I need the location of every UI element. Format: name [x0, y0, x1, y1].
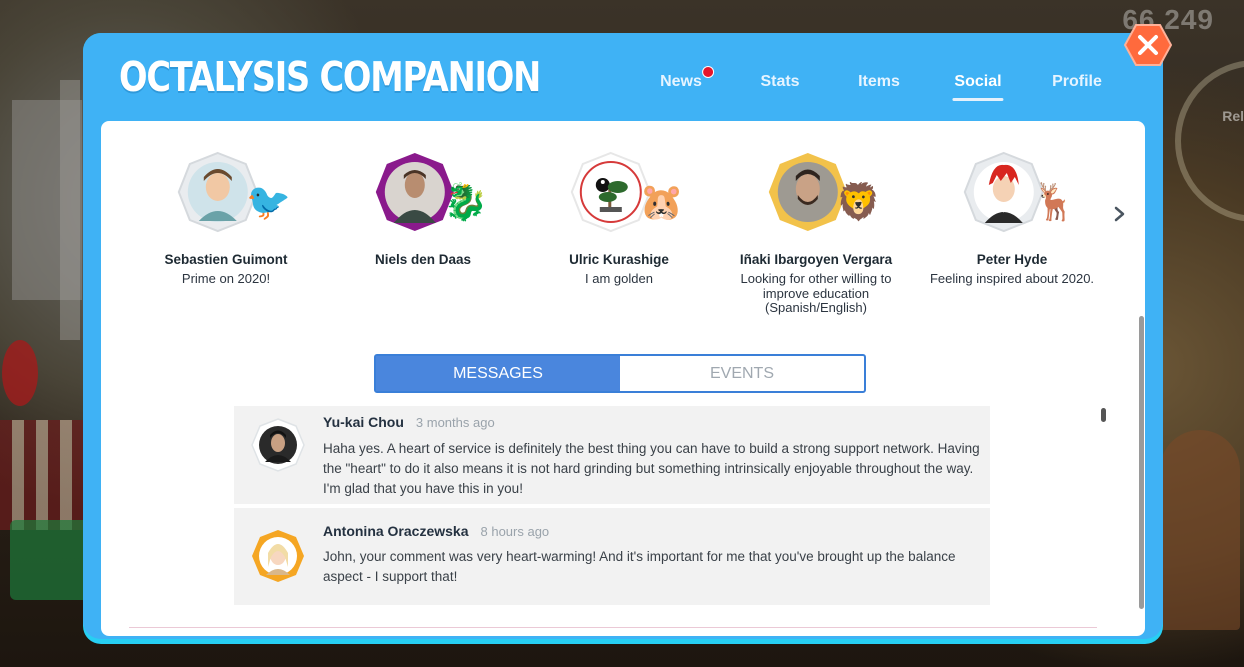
- friend-card[interactable]: 🦌 Peter Hyde Feeling inspired about 2020…: [912, 146, 1112, 287]
- message-author-name: Antonina Oraczewska: [323, 523, 469, 539]
- friend-status: Looking for other willing to improve edu…: [740, 271, 892, 315]
- tab-profile-label: Profile: [1052, 73, 1102, 90]
- friend-status: Prime on 2020!: [181, 271, 271, 286]
- pet-icon: 🦌: [1032, 181, 1077, 222]
- side-label: Rel: [1222, 108, 1244, 124]
- green-stall: [10, 520, 90, 600]
- friend-card[interactable]: 🐉 Niels den Daas: [323, 146, 523, 272]
- messages-tab[interactable]: MESSAGES: [376, 356, 620, 391]
- pet-icon: 🐹: [639, 181, 684, 222]
- friend-card[interactable]: 🐦 Sebastien Guimont Prime on 2020!: [126, 146, 326, 287]
- tab-social-label: Social: [954, 73, 1002, 90]
- deer-statue: [1160, 430, 1240, 630]
- chevron-right-icon: [1114, 206, 1125, 222]
- friend-avatar-wrap: 🐦: [126, 146, 326, 246]
- message-time: 8 hours ago: [480, 524, 550, 539]
- friend-name: Ulric Kurashige: [569, 252, 669, 267]
- avatar: [251, 418, 305, 472]
- friend-name: Iñaki Ibargoyen Vergara: [739, 252, 893, 267]
- tab-news[interactable]: News: [660, 66, 714, 91]
- tab-items[interactable]: Items: [858, 73, 900, 91]
- pet-icon: 🐦: [246, 181, 291, 222]
- social-panel: 🐦 Sebastien Guimont Prime on 2020! 🐉 Nie…: [101, 121, 1145, 636]
- message-author-name: Yu-kai Chou: [323, 414, 404, 430]
- ferris-wheel: [1175, 60, 1244, 222]
- message-time: 3 months ago: [415, 415, 495, 430]
- friend-avatar-wrap: 🐹: [519, 146, 719, 246]
- message-item: Antonina Oraczewska 8 hours ago John, you…: [234, 508, 990, 605]
- friend-status: Feeling inspired about 2020.: [929, 271, 1095, 286]
- friend-avatar-wrap: 🦌: [912, 146, 1112, 246]
- friend-avatar-wrap: 🦁: [716, 146, 916, 246]
- active-tab-underline: [952, 98, 1004, 101]
- tent-stripes: [0, 420, 84, 530]
- close-button[interactable]: [1124, 24, 1172, 66]
- friend-name: Sebastien Guimont: [164, 252, 288, 267]
- friend-name: Niels den Daas: [374, 252, 472, 267]
- message-author: Yu-kai Chou 3 months ago: [323, 414, 495, 430]
- balloon: [2, 340, 38, 406]
- divider: [129, 627, 1097, 628]
- tab-stats-label: Stats: [760, 73, 800, 90]
- carousel-next-button[interactable]: [1112, 203, 1128, 225]
- friend-name: Peter Hyde: [976, 252, 1048, 267]
- tab-profile[interactable]: Profile: [1052, 73, 1102, 91]
- pet-icon: 🐉: [443, 181, 488, 222]
- avatar: [252, 530, 304, 582]
- tab-social[interactable]: Social: [952, 73, 1004, 101]
- messages-events-toggle: MESSAGES EVENTS: [374, 354, 866, 393]
- pet-icon: 🦁: [836, 181, 881, 222]
- tab-news-label: News: [660, 73, 702, 90]
- tab-items-label: Items: [858, 73, 900, 90]
- events-tab[interactable]: EVENTS: [620, 356, 864, 391]
- panel-scrollbar[interactable]: [1139, 316, 1144, 609]
- friend-card[interactable]: 🦁 Iñaki Ibargoyen Vergara Looking for ot…: [716, 146, 916, 316]
- notification-dot: [701, 66, 714, 78]
- friend-status: I am golden: [585, 271, 653, 286]
- message-text: John, your comment was very heart-warmin…: [323, 549, 956, 584]
- friend-avatar-wrap: 🐉: [323, 146, 523, 246]
- close-icon: [1124, 24, 1172, 66]
- castle-spire: [60, 80, 80, 340]
- app-title: OCTALYSIS COMPANION: [119, 53, 541, 101]
- friends-carousel: 🐦 Sebastien Guimont Prime on 2020! 🐉 Nie…: [101, 121, 1145, 321]
- message-text: Haha yes. A heart of service is definite…: [323, 441, 980, 496]
- tab-stats[interactable]: Stats: [760, 73, 799, 91]
- message-item: Yu-kai Chou 3 months ago Haha yes. A hear…: [234, 406, 990, 504]
- friend-card[interactable]: 🐹 Ulric Kurashige I am golden: [519, 146, 719, 287]
- messages-scrollbar[interactable]: [1101, 408, 1106, 422]
- message-author: Antonina Oraczewska 8 hours ago: [323, 523, 549, 539]
